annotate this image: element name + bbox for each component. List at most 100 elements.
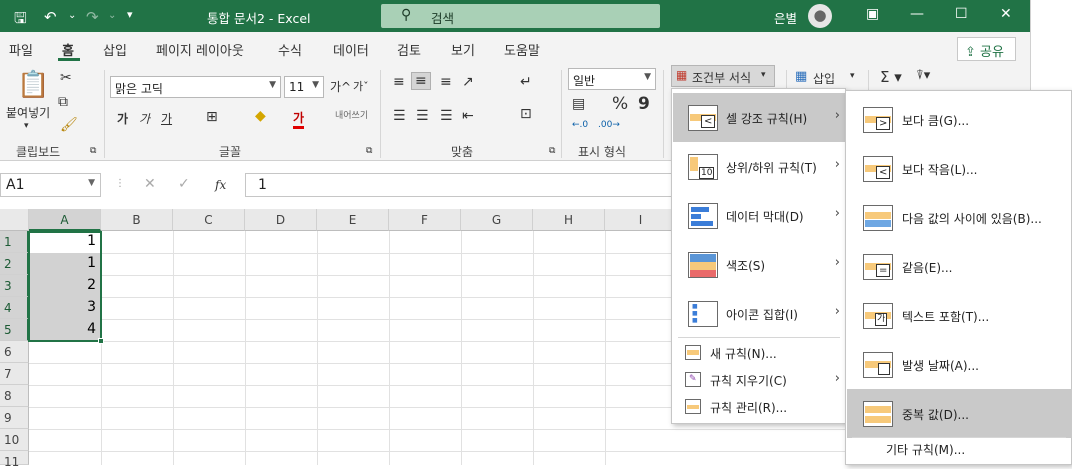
font-size-combo[interactable]: 11 ▼ [284,76,324,98]
insert-function-button[interactable]: fx [215,178,226,192]
row-header[interactable]: 6 [0,341,29,363]
menu-item-new-rule[interactable]: 새 규칙(N)... [673,339,846,366]
row-header[interactable]: 9 [0,407,29,429]
row-header[interactable]: 7 [0,363,29,385]
column-header[interactable]: F [389,209,461,231]
menu-item-icon-sets[interactable]: ■ ■ ■ 아이콘 집합(I) › [673,289,846,338]
menu-item-manage-rules[interactable]: 규칙 관리(R)... [673,393,846,420]
insert-cells-icon[interactable]: ▦ [795,69,807,84]
copy-icon[interactable]: ⧉ [58,94,68,110]
orientation-icon[interactable]: ↗ [462,74,474,90]
avatar[interactable]: ● [808,4,832,28]
row-header[interactable]: 1 [0,231,29,253]
tab-view[interactable]: 보기 [451,40,475,59]
wrap-text-icon[interactable]: ↵ [520,74,532,90]
bold-button[interactable]: 가 [117,110,128,127]
number-format-combo[interactable]: 일반 ▼ [568,68,656,90]
column-header[interactable]: C [173,209,245,231]
alignment-launcher-icon[interactable]: ⧉ [549,146,555,156]
tab-review[interactable]: 검토 [397,40,421,59]
cut-icon[interactable]: ✂ [60,70,72,86]
submenu-item-duplicate-values[interactable]: 중복 값(D)... [847,389,1072,438]
tab-file[interactable]: 파일 [9,40,33,59]
row-header[interactable]: 2 [0,253,29,275]
submenu-item-equal-to[interactable]: = 같음(E)... [847,242,1072,291]
italic-button[interactable]: 가 [139,110,150,127]
column-header[interactable]: A [29,209,101,231]
submenu-item-more-rules[interactable]: 기타 규칙(M)... [886,441,965,458]
column-header[interactable]: E [317,209,389,231]
indent-icon[interactable]: ⇤ [462,108,474,124]
select-all-corner[interactable] [0,209,29,231]
phonetic-button[interactable]: 내어쓰기 [335,108,368,121]
align-left-icon[interactable]: ☰ [393,108,406,124]
borders-icon[interactable]: ⊞ [206,109,218,125]
decrease-decimal-icon[interactable]: .00→ [598,120,620,130]
confirm-entry-icon[interactable]: ✓ [178,176,190,192]
align-bottom-icon[interactable]: ≡ [440,74,452,90]
font-launcher-icon[interactable]: ⧉ [366,146,372,156]
menu-item-top-bottom-rules[interactable]: 10 상위/하위 규칙(T) › [673,142,846,191]
row-header[interactable]: 3 [0,275,29,297]
column-header[interactable]: H [533,209,605,231]
currency-icon[interactable]: ▤ [572,96,585,112]
align-top-icon[interactable]: ≡ [393,74,405,90]
tab-formulas[interactable]: 수식 [278,40,302,59]
share-button[interactable]: ⇪ 공유 [957,37,1016,61]
underline-button[interactable]: 가 [161,110,172,127]
name-box[interactable]: A1 ▼ [0,173,101,197]
conditional-formatting-button[interactable]: ▦ 조건부 서식 ▾ [671,65,775,87]
row-header[interactable]: 11 [0,451,29,469]
sort-filter-icon[interactable]: ⍒▾ [916,68,930,83]
column-header[interactable]: I [605,209,677,231]
row-header[interactable]: 5 [0,319,29,341]
shrink-font-icon[interactable]: 가ˇ [353,78,369,94]
redo-icon[interactable]: ↷ [86,8,99,26]
comma-button[interactable]: 9 [638,94,650,114]
autosum-icon[interactable]: Σ ▾ [880,68,902,86]
font-name-combo[interactable]: 맑은 고딕 ▼ [110,76,281,98]
insert-cells-label[interactable]: 삽입 [813,70,835,87]
cancel-entry-icon[interactable]: ✕ [144,176,156,192]
paste-label[interactable]: 붙여넣기 [6,104,50,121]
minimize-icon[interactable]: — [910,6,924,22]
font-color-button[interactable]: 가 [293,109,305,129]
submenu-item-between[interactable]: 다음 값의 사이에 있음(B)... [847,193,1072,242]
increase-decimal-icon[interactable]: ←.0 [572,120,588,130]
fill-color-icon[interactable]: ◆ [255,108,266,124]
submenu-item-less-than[interactable]: < 보다 작음(L)... [847,144,1072,193]
align-middle-icon[interactable]: ≡ [411,72,431,90]
column-header[interactable]: D [245,209,317,231]
search-box[interactable]: ⚲ 검색 [381,4,660,28]
maximize-icon[interactable]: ☐ [955,6,968,22]
submenu-item-greater-than[interactable]: > 보다 큼(G)... [847,95,1072,144]
merge-center-icon[interactable]: ⊡ [520,106,532,122]
row-header[interactable]: 8 [0,385,29,407]
submenu-item-date-occurring[interactable]: 발생 날짜(A)... [847,340,1072,389]
menu-item-clear-rules[interactable]: ✎ 규칙 지우기(C) › [673,366,846,393]
menu-item-data-bars[interactable]: 데이터 막대(D) › [673,191,846,240]
format-painter-icon[interactable]: 🖌 [60,117,78,133]
column-header[interactable]: B [101,209,173,231]
paste-icon[interactable]: 📋 [17,70,49,100]
align-center-icon[interactable]: ☰ [416,108,429,124]
customize-qat-icon[interactable]: ▾ [127,8,133,21]
align-right-icon[interactable]: ☰ [440,108,453,124]
menu-item-highlight-cells-rules[interactable]: < 셀 강조 규칙(H) › [673,93,846,142]
paste-dropdown-icon[interactable]: ▾ [24,121,29,131]
ribbon-display-icon[interactable]: ▣ [866,6,879,22]
menu-item-color-scales[interactable]: 색조(S) › [673,240,846,289]
undo-dropdown-icon[interactable]: ⌄ [68,10,76,21]
tab-help[interactable]: 도움말 [504,40,540,59]
redo-dropdown-icon[interactable]: ⌄ [108,10,116,21]
undo-icon[interactable]: ↶ [44,8,57,26]
percent-button[interactable]: % [612,94,628,114]
close-icon[interactable]: ✕ [1000,6,1012,22]
row-header[interactable]: 10 [0,429,29,451]
tab-home[interactable]: 홈 [62,40,74,59]
tab-page-layout[interactable]: 페이지 레이아웃 [156,40,244,59]
fill-handle[interactable] [98,338,104,344]
grow-font-icon[interactable]: 가^ [330,78,351,95]
submenu-item-text-contains[interactable]: 가 텍스트 포함(T)... [847,291,1072,340]
column-header[interactable]: G [461,209,533,231]
